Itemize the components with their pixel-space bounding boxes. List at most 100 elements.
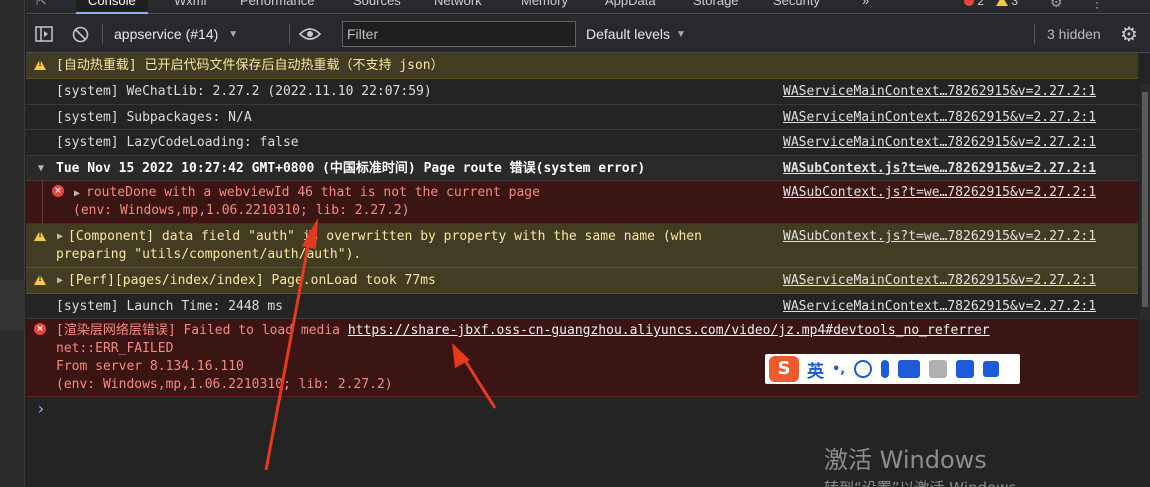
ime-mode-label[interactable]: 英: [807, 357, 824, 382]
context-selector[interactable]: appservice (#14) ▼: [114, 15, 238, 53]
group-title: Tue Nov 15 2022 10:27:42 GMT+0800 (中国标准时…: [56, 161, 646, 176]
message-text: [渲染层网络层错误] Failed to load media https://…: [56, 322, 990, 340]
left-strip-band: [0, 280, 25, 330]
log-levels-dropdown[interactable]: Default levels ▼: [586, 15, 686, 53]
ime-toolbar[interactable]: S 英 •,: [765, 354, 1020, 384]
hidden-count: 3 hidden: [1047, 26, 1101, 42]
message-text: routeDone with a webviewId 46 that is no…: [86, 185, 540, 200]
message-text: [system] LazyCodeLoading: false: [56, 135, 299, 150]
more-options-icon[interactable]: ⋮: [1090, 0, 1104, 11]
message-text: [system] Subpackages: N/A: [56, 110, 252, 125]
devtools-tab-bar: ⇱ Console Wxml Performance Sources Netwo…: [26, 0, 1150, 14]
watermark-title: 激活 Windows: [824, 446, 987, 474]
message-text: [自动热重载] 已开启代码文件保存后自动热重载（不支持 json）: [56, 58, 444, 73]
source-link[interactable]: WASubContext.js?t=we…78262915&v=2.27.2:1: [783, 160, 1096, 178]
error-prefix: [渲染层网络层错误] Failed to load media: [56, 323, 348, 338]
console-settings-gear-icon[interactable]: ⚙: [1120, 15, 1138, 53]
message-text: [system] WeChatLib: 2.27.2 (2022.11.10 2…: [56, 84, 432, 99]
error-code: net::ERR_FAILED: [56, 341, 174, 356]
message-text-continued: preparing "utils/component/auth/auth").: [56, 247, 362, 262]
emoji-icon[interactable]: [854, 360, 873, 378]
tab-sources[interactable]: Sources: [353, 0, 401, 14]
user-icon[interactable]: [929, 360, 948, 378]
tab-performance[interactable]: Performance: [240, 0, 314, 14]
warning-icon: [34, 230, 46, 241]
tab-network[interactable]: Network: [434, 0, 482, 14]
tab-console[interactable]: Console: [76, 0, 148, 14]
inspect-icon[interactable]: ⇱: [36, 0, 47, 14]
keyboard-icon[interactable]: [898, 360, 921, 378]
source-link[interactable]: WAServiceMainContext…78262915&v=2.27.2:1: [783, 272, 1096, 290]
clear-console-icon[interactable]: [72, 15, 89, 53]
collapse-triangle-icon[interactable]: ▼: [38, 160, 44, 178]
console-prompt-row[interactable]: ›: [26, 397, 1138, 423]
console-message-info[interactable]: [system] Launch Time: 2448 ms WAServiceM…: [26, 294, 1138, 319]
vertical-scrollbar[interactable]: [1140, 84, 1150, 320]
prompt-chevron-icon: ›: [36, 399, 46, 418]
more-tabs-icon[interactable]: »: [862, 0, 869, 14]
filter-input[interactable]: Filter: [342, 21, 576, 47]
source-link[interactable]: WAServiceMainContext…78262915&v=2.27.2:1: [783, 298, 1096, 316]
warning-icon: [34, 59, 46, 70]
message-text: [Perf][pages/index/index] Page.onLoad to…: [68, 273, 436, 288]
microphone-icon[interactable]: [881, 360, 890, 378]
devtools-panel: ⇱ Console Wxml Performance Sources Netwo…: [26, 0, 1150, 487]
ime-punctuation-icon[interactable]: •,: [832, 362, 845, 377]
media-url-link[interactable]: https://share-jbxf.oss-cn-guangzhou.aliy…: [348, 323, 990, 338]
dropdown-arrow-icon: ▼: [228, 28, 239, 40]
settings-gear-icon[interactable]: ⚙: [1050, 0, 1063, 11]
console-toolbar: appservice (#14) ▼ Filter Default levels…: [26, 15, 1150, 53]
sogou-logo-icon[interactable]: S: [769, 356, 799, 382]
console-message-error[interactable]: × ▶ routeDone with a webviewId 46 that i…: [26, 181, 1138, 224]
console-message-warning[interactable]: ▶ [Perf][pages/index/index] Page.onLoad …: [26, 268, 1138, 294]
expand-triangle-icon[interactable]: ▶: [74, 185, 80, 203]
tab-wxml[interactable]: Wxml: [174, 0, 207, 14]
message-text: [Component] data field "auth" is overwri…: [68, 229, 702, 244]
source-link[interactable]: WAServiceMainContext…78262915&v=2.27.2:1: [783, 134, 1096, 152]
left-panel-strip: [0, 0, 25, 487]
console-message-warning[interactable]: [自动热重载] 已开启代码文件保存后自动热重载（不支持 json）: [26, 53, 1138, 79]
expand-triangle-icon[interactable]: ▶: [57, 228, 63, 246]
tab-security[interactable]: Security: [773, 0, 820, 14]
console-message-info[interactable]: [system] WeChatLib: 2.27.2 (2022.11.10 2…: [26, 79, 1138, 105]
log-levels-label: Default levels: [586, 26, 671, 42]
sidebar-toggle-icon[interactable]: [35, 15, 53, 53]
message-env: (env: Windows,mp,1.06.2210310; lib: 2.27…: [73, 203, 410, 218]
tab-appdata[interactable]: AppData: [605, 0, 656, 14]
tab-storage[interactable]: Storage: [693, 0, 739, 14]
toolbar-divider: [102, 24, 103, 44]
dropdown-arrow-icon: ▼: [676, 28, 686, 40]
toolbox-grid-icon[interactable]: [983, 361, 1000, 377]
watermark-subtitle: 转到“设置”以激活 Windows: [824, 477, 1016, 487]
toolbar-divider: [1034, 24, 1035, 44]
live-expression-eye-icon[interactable]: [299, 15, 321, 53]
error-icon: ×: [34, 323, 46, 335]
error-icon: [964, 0, 974, 6]
error-server: From server 8.134.16.110: [56, 359, 244, 374]
error-icon: ×: [52, 185, 64, 197]
scrollbar-thumb[interactable]: [1142, 92, 1148, 307]
console-message-info[interactable]: [system] LazyCodeLoading: false WAServic…: [26, 130, 1138, 156]
console-message-info[interactable]: [system] Subpackages: N/A WAServiceMainC…: [26, 105, 1138, 130]
error-counter[interactable]: 2: [964, 0, 984, 8]
group-indent-line: [42, 181, 43, 224]
skin-shirt-icon[interactable]: [956, 360, 975, 378]
tab-memory[interactable]: Memory: [521, 0, 568, 14]
source-link[interactable]: WASubContext.js?t=we…78262915&v=2.27.2:1: [783, 228, 1096, 246]
error-count: 2: [977, 0, 985, 8]
source-link[interactable]: WAServiceMainContext…78262915&v=2.27.2:1: [783, 83, 1096, 101]
warning-counter[interactable]: 3: [996, 0, 1018, 8]
windows-activation-watermark: 激活 Windows 转到“设置”以激活 Windows: [824, 440, 1016, 487]
console-group-header[interactable]: ▼ Tue Nov 15 2022 10:27:42 GMT+0800 (中国标…: [26, 156, 1138, 181]
warning-icon: [996, 0, 1008, 6]
source-link[interactable]: WAServiceMainContext…78262915&v=2.27.2:1: [783, 109, 1096, 127]
error-env: (env: Windows,mp,1.06.2210310; lib: 2.27…: [56, 377, 393, 392]
source-link[interactable]: WASubContext.js?t=we…78262915&v=2.27.2:1: [783, 184, 1096, 202]
expand-triangle-icon[interactable]: ▶: [57, 272, 63, 290]
warning-count: 3: [1011, 0, 1019, 8]
context-label: appservice (#14): [114, 26, 219, 42]
warning-icon: [34, 274, 46, 285]
toolbar-divider: [289, 24, 290, 44]
console-message-warning[interactable]: ▶ [Component] data field "auth" is overw…: [26, 224, 1138, 268]
message-text: [system] Launch Time: 2448 ms: [56, 299, 283, 314]
